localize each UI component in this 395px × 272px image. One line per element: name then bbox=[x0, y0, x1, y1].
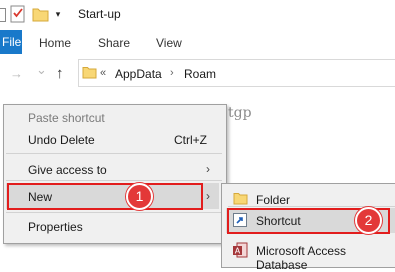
undo-shortcut-text: Ctrl+Z bbox=[174, 133, 207, 147]
menu-item-give-access-to[interactable]: Give access to bbox=[28, 163, 107, 177]
breadcrumb-separator[interactable]: › bbox=[170, 67, 174, 79]
tab-share[interactable]: Share bbox=[98, 36, 130, 50]
tab-view[interactable]: View bbox=[156, 36, 182, 50]
customize-toolbar-dropdown-icon[interactable]: ▾ bbox=[53, 8, 63, 20]
menu-item-new[interactable]: New bbox=[28, 190, 52, 204]
forward-arrow-icon[interactable]: → bbox=[10, 67, 23, 81]
menu-item-properties[interactable]: Properties bbox=[28, 220, 83, 234]
menu-divider bbox=[6, 180, 222, 181]
new-folder-icon[interactable] bbox=[32, 7, 49, 22]
breadcrumb-roaming[interactable]: Roam bbox=[184, 67, 216, 81]
access-icon: A bbox=[232, 242, 248, 258]
submenu-item-folder[interactable]: Folder bbox=[256, 193, 290, 207]
menu-item-undo-delete[interactable]: Undo Delete bbox=[28, 133, 95, 147]
menu-divider bbox=[6, 153, 222, 154]
folder-icon bbox=[233, 192, 248, 205]
step-badge-1: 1 bbox=[126, 183, 153, 210]
recent-locations-dropdown-icon[interactable]: ⌄ bbox=[36, 63, 47, 77]
tab-home[interactable]: Home bbox=[39, 36, 71, 50]
submenu-arrow-icon: › bbox=[206, 189, 210, 203]
step-badge-2: 2 bbox=[355, 207, 382, 234]
menu-divider bbox=[6, 212, 222, 213]
submenu-item-access-database[interactable]: Microsoft Access Database bbox=[256, 244, 395, 272]
properties-icon[interactable] bbox=[10, 5, 26, 23]
svg-text:A: A bbox=[235, 247, 241, 256]
menu-item-paste-shortcut: Paste shortcut bbox=[28, 111, 105, 125]
shortcut-icon bbox=[233, 213, 247, 227]
breadcrumb-appdata[interactable]: AppData bbox=[115, 67, 162, 81]
tab-file[interactable]: File bbox=[0, 30, 22, 54]
quick-access-checkbox-icon[interactable] bbox=[0, 8, 6, 22]
up-arrow-icon[interactable]: ↑ bbox=[56, 65, 64, 82]
submenu-item-shortcut[interactable]: Shortcut bbox=[256, 214, 301, 228]
submenu-arrow-icon: › bbox=[206, 162, 210, 176]
folder-icon bbox=[82, 66, 97, 79]
breadcrumb-overflow-chevron[interactable]: « bbox=[100, 67, 106, 79]
window-title: Start-up bbox=[78, 7, 121, 21]
